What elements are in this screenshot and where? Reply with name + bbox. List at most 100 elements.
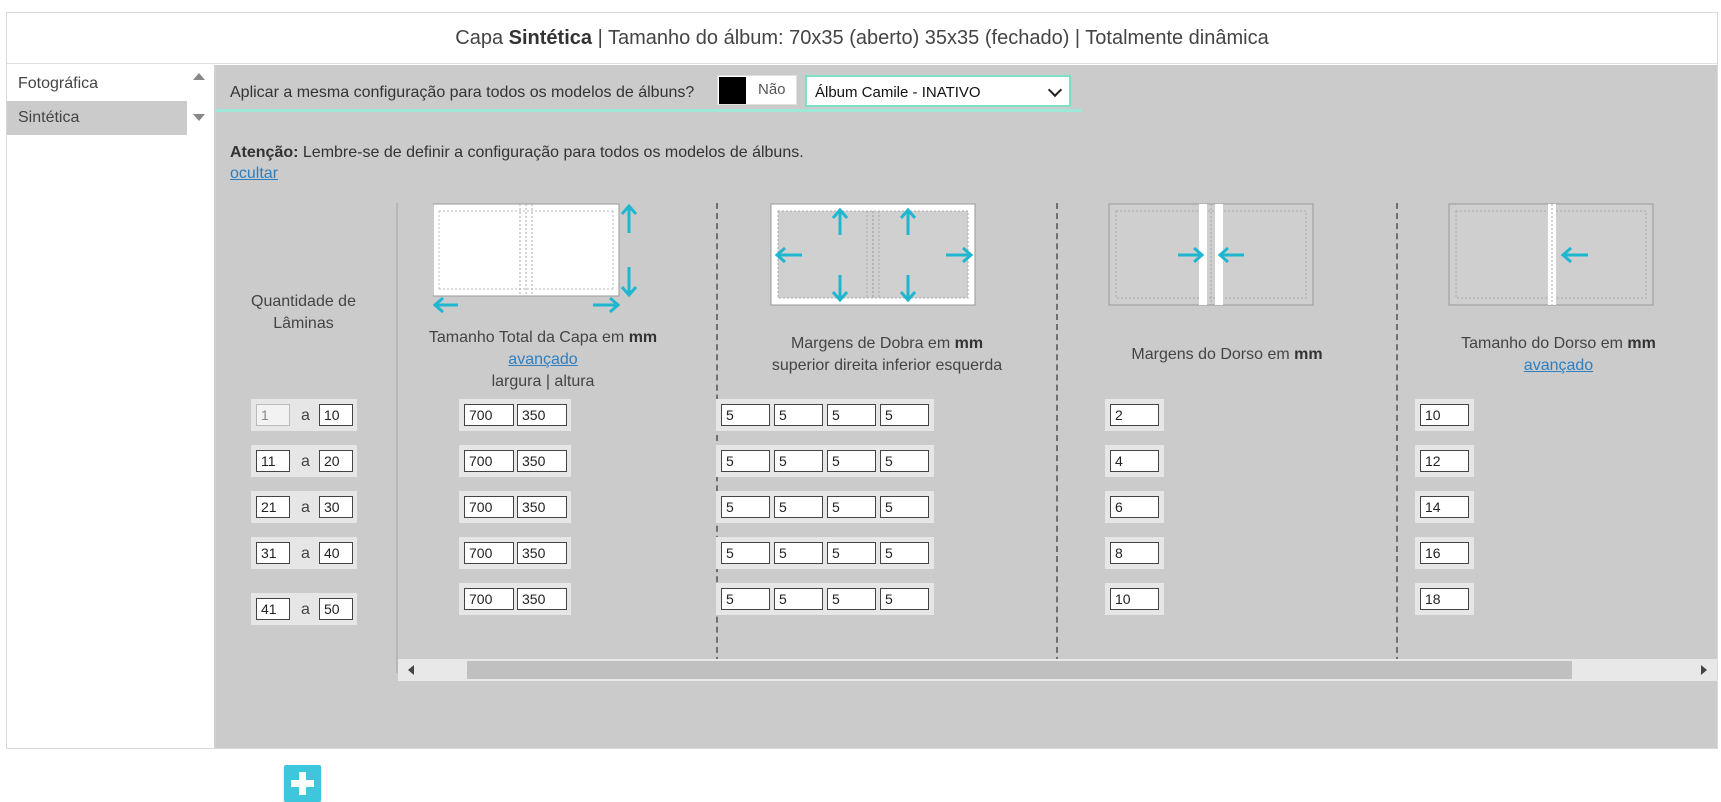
apply-config-label: Aplicar a mesma configuração para todos … xyxy=(230,84,695,101)
scroll-up-icon[interactable] xyxy=(193,73,205,80)
attention-label: Atenção: xyxy=(230,144,299,161)
sidebar-item-sintetica[interactable]: Sintética xyxy=(7,101,187,135)
apply-config-row: Aplicar a mesma configuração para todos … xyxy=(216,75,1082,112)
range-from-input[interactable] xyxy=(256,542,290,564)
fold-margin-top-input[interactable] xyxy=(721,404,770,426)
range-to-input[interactable] xyxy=(319,598,353,620)
fold-margin-right-input[interactable] xyxy=(774,588,823,610)
spine-margin-input[interactable] xyxy=(1110,542,1159,564)
range-from-input[interactable] xyxy=(256,450,290,472)
cover-width-input[interactable] xyxy=(464,450,514,472)
cover-height-input[interactable] xyxy=(517,588,567,610)
fold-margins-cell xyxy=(716,399,934,431)
fold-margin-left-input[interactable] xyxy=(880,588,929,610)
fold-margin-right-input[interactable] xyxy=(774,542,823,564)
spine-size-cell xyxy=(1415,399,1474,431)
cover-width-input[interactable] xyxy=(464,496,514,518)
range-separator: a xyxy=(301,407,310,424)
fold-margin-bottom-input[interactable] xyxy=(827,496,876,518)
cover-height-input[interactable] xyxy=(517,542,567,564)
spine-size-cell xyxy=(1415,583,1474,615)
fold-margin-top-input[interactable] xyxy=(721,496,770,518)
range-from-input[interactable] xyxy=(256,598,290,620)
spine-size-input[interactable] xyxy=(1420,496,1469,518)
cover-size-title-text: Tamanho Total da Capa em xyxy=(428,329,625,346)
range-to-input[interactable] xyxy=(319,450,353,472)
fold-margin-bottom-input[interactable] xyxy=(827,450,876,472)
album-model-select-value: Álbum Camile - INATIVO xyxy=(815,84,981,101)
range-to-input[interactable] xyxy=(319,404,353,426)
cover-size-cell xyxy=(459,399,571,431)
range-cell: a xyxy=(251,491,357,523)
scrollbar-thumb[interactable] xyxy=(467,661,1572,679)
spine-size-title-text: Tamanho do Dorso em xyxy=(1461,335,1623,352)
range-from-input[interactable] xyxy=(256,404,290,426)
range-from-input[interactable] xyxy=(256,496,290,518)
fold-margin-left-input[interactable] xyxy=(880,404,929,426)
cover-size-diagram xyxy=(433,203,638,314)
fold-margin-left-input[interactable] xyxy=(880,542,929,564)
fold-margin-right-input[interactable] xyxy=(774,450,823,472)
fold-margin-right-input[interactable] xyxy=(774,496,823,518)
fold-margins-cell xyxy=(716,537,934,569)
horizontal-scrollbar[interactable] xyxy=(398,659,1717,681)
spine-size-advanced-link[interactable]: avançado xyxy=(1524,357,1593,374)
range-cell: a xyxy=(251,537,357,569)
range-separator: a xyxy=(301,601,310,618)
scroll-left-icon[interactable] xyxy=(408,665,414,675)
sidebar-item-fotografica[interactable]: Fotográfica xyxy=(7,67,187,101)
cover-height-input[interactable] xyxy=(517,496,567,518)
spine-margin-input[interactable] xyxy=(1110,404,1159,426)
fold-margin-bottom-input[interactable] xyxy=(827,404,876,426)
spine-margin-input[interactable] xyxy=(1110,450,1159,472)
cover-size-advanced-link[interactable]: avançado xyxy=(508,351,577,368)
album-model-select[interactable]: Álbum Camile - INATIVO xyxy=(805,75,1071,107)
cover-width-input[interactable] xyxy=(464,404,514,426)
cover-size-unit: mm xyxy=(628,329,658,346)
main-panel: Aplicar a mesma configuração para todos … xyxy=(216,65,1719,802)
add-row-button[interactable] xyxy=(284,765,321,802)
scroll-right-icon[interactable] xyxy=(1701,665,1707,675)
chevron-down-icon xyxy=(1047,82,1063,98)
cover-width-input[interactable] xyxy=(464,542,514,564)
fold-margin-top-input[interactable] xyxy=(721,450,770,472)
config-columns: Tamanho Total da Capa em mm avançado lar… xyxy=(396,203,1719,673)
fold-margins-cell xyxy=(716,445,934,477)
apply-all-toggle[interactable]: Não xyxy=(717,75,797,105)
fold-margin-top-input[interactable] xyxy=(721,542,770,564)
range-separator: a xyxy=(301,453,310,470)
range-to-input[interactable] xyxy=(319,542,353,564)
scroll-down-icon[interactable] xyxy=(193,114,205,121)
cover-size-cell xyxy=(459,583,571,615)
spine-margin-input[interactable] xyxy=(1110,496,1159,518)
cover-size-subtitle: largura | altura xyxy=(491,373,595,390)
title-prefix: Capa xyxy=(455,26,504,49)
fold-margins-title: Margens de Dobra em mm superior direita … xyxy=(718,333,1056,377)
cover-height-input[interactable] xyxy=(517,404,567,426)
fold-margin-left-input[interactable] xyxy=(880,450,929,472)
cover-height-input[interactable] xyxy=(517,450,567,472)
title-details: | Tamanho do álbum: 70x35 (aberto) 35x35… xyxy=(597,26,1269,49)
cover-size-cell xyxy=(459,491,571,523)
spine-size-unit: mm xyxy=(1627,335,1656,352)
fold-margin-top-input[interactable] xyxy=(721,588,770,610)
fold-margin-bottom-input[interactable] xyxy=(827,542,876,564)
spine-size-input[interactable] xyxy=(1420,542,1469,564)
spine-size-input[interactable] xyxy=(1420,404,1469,426)
fold-margin-bottom-input[interactable] xyxy=(827,588,876,610)
hide-notice-link[interactable]: ocultar xyxy=(230,165,278,183)
spine-size-input[interactable] xyxy=(1420,450,1469,472)
fold-margin-right-input[interactable] xyxy=(774,404,823,426)
cover-size-cell xyxy=(459,537,571,569)
spine-size-cell xyxy=(1415,537,1474,569)
cover-width-input[interactable] xyxy=(464,588,514,610)
spine-margins-unit: mm xyxy=(1294,346,1323,363)
toggle-knob xyxy=(719,77,746,104)
cover-size-title: Tamanho Total da Capa em mm avançado lar… xyxy=(398,327,688,393)
fold-margin-left-input[interactable] xyxy=(880,496,929,518)
app-frame: Capa Sintética | Tamanho do álbum: 70x35… xyxy=(6,12,1719,802)
spine-margin-cell xyxy=(1105,583,1164,615)
range-to-input[interactable] xyxy=(319,496,353,518)
spine-size-input[interactable] xyxy=(1420,588,1469,610)
spine-margin-input[interactable] xyxy=(1110,588,1159,610)
